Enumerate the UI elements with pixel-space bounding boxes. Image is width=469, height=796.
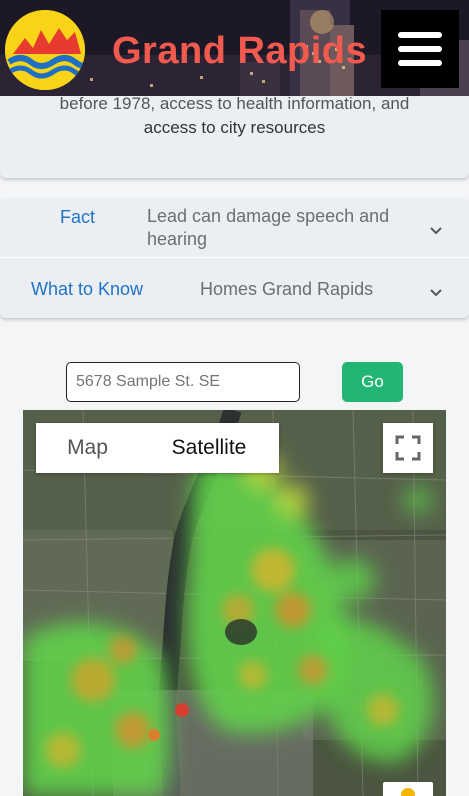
intro-card: before 1978, access to health informatio…: [0, 94, 469, 178]
accordion-item-fact[interactable]: Fact Lead can damage speech and hearing: [0, 198, 469, 258]
fullscreen-icon[interactable]: [383, 423, 433, 473]
chevron-down-icon[interactable]: [429, 224, 443, 238]
heatmap-map[interactable]: Map Satellite: [23, 410, 446, 796]
accordion-value: Homes Grand Rapids: [200, 279, 374, 299]
chevron-down-icon[interactable]: [429, 286, 443, 300]
site-title[interactable]: Grand Rapids: [112, 30, 367, 73]
accordion-item-what-to-know[interactable]: What to Know Homes Grand Rapids: [0, 258, 469, 318]
intro-line-1: before 1978, access to health informatio…: [59, 94, 410, 113]
intro-line-2: access to city resources: [143, 118, 326, 137]
map-tab[interactable]: Map: [36, 423, 139, 473]
accordion-key: Fact: [60, 207, 96, 227]
map-type-toggle: Map Satellite: [36, 423, 279, 473]
go-button[interactable]: Go: [342, 362, 403, 402]
pegman-icon[interactable]: [383, 782, 433, 796]
hamburger-menu-icon[interactable]: [381, 10, 459, 88]
intro-text: before 1978, access to health informatio…: [0, 94, 469, 140]
satellite-tab[interactable]: Satellite: [139, 423, 279, 473]
accordion-key: What to Know: [31, 279, 144, 299]
city-logo-icon[interactable]: [5, 10, 85, 90]
accordion-value: Lead can damage speech and hearing: [147, 206, 390, 249]
facts-accordion: Fact Lead can damage speech and hearing …: [0, 198, 469, 318]
address-search-input[interactable]: [66, 362, 300, 402]
site-header: Grand Rapids: [0, 0, 469, 102]
